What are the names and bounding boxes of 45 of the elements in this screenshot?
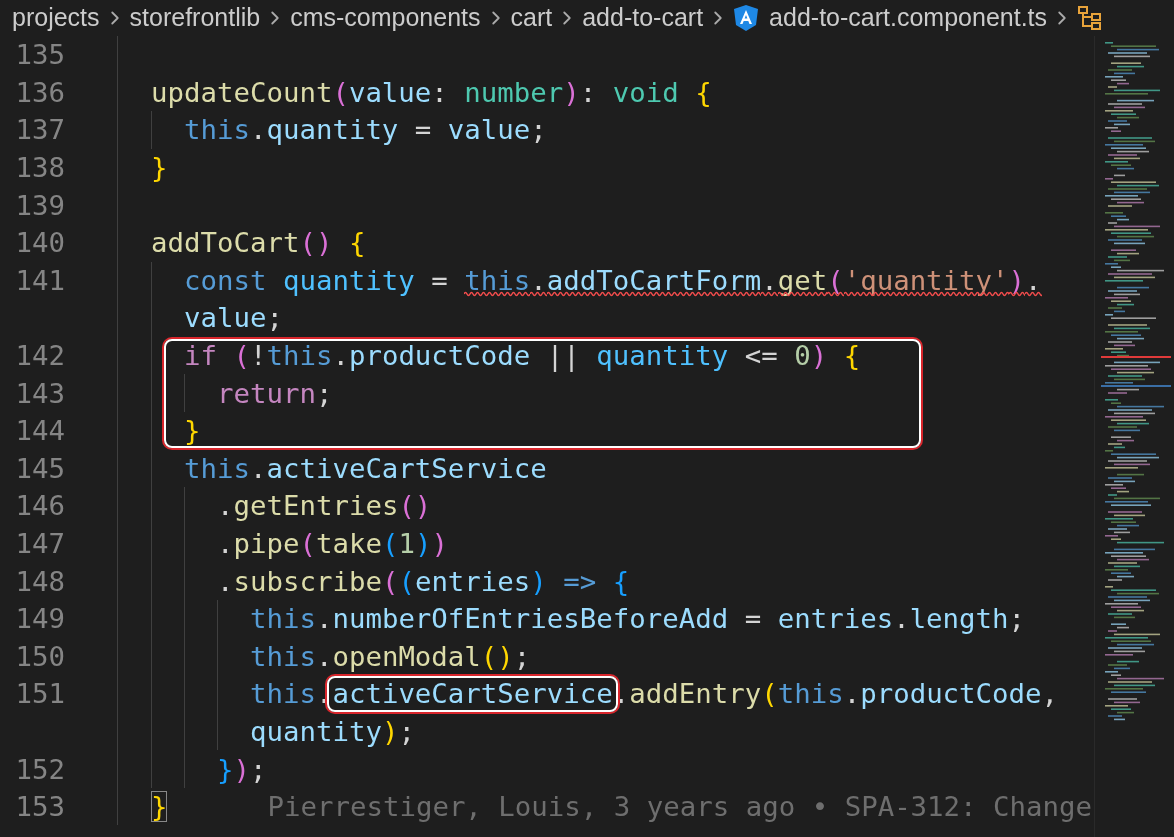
line-number: 142 xyxy=(15,339,65,373)
line-number: 138 xyxy=(15,151,65,186)
code-line: quantity); xyxy=(249,714,415,749)
code-line: return; xyxy=(216,376,333,411)
code-line: }); xyxy=(216,752,267,787)
code-line: updateCount(value: number): void { xyxy=(151,75,712,110)
code-line: } xyxy=(151,151,168,186)
breadcrumb-item[interactable]: cart xyxy=(510,0,553,37)
code-line: .pipe(take(1)) xyxy=(216,526,448,561)
line-number: 136 xyxy=(15,75,65,110)
line-number: 141 xyxy=(15,263,65,298)
line-number: 143 xyxy=(15,376,65,411)
line-number: 153 xyxy=(15,790,65,825)
line-number: 151 xyxy=(15,677,65,712)
code-line: .getEntries() xyxy=(216,489,432,524)
line-number: 137 xyxy=(15,113,65,148)
line-number: 147 xyxy=(15,526,65,561)
code-line: if (!this.productCode || quantity <= 0) { xyxy=(183,339,861,374)
code-line: } xyxy=(151,790,168,825)
angular-icon xyxy=(733,4,760,32)
line-number: 149 xyxy=(15,602,65,637)
code-line: this.quantity = value; xyxy=(183,113,547,148)
line-number: 152 xyxy=(15,752,65,787)
line-number: 145 xyxy=(15,451,65,486)
code-line: .subscribe((entries) => { xyxy=(216,564,630,599)
code-line: this.numberOfEntriesBeforeAdd = entries.length; xyxy=(249,602,1026,637)
line-number: 146 xyxy=(15,489,65,524)
line-number: 148 xyxy=(15,564,65,599)
git-blame-annotation: Pierrestiger, Louis, 3 years ago • SPA-312: Change xyxy=(267,790,1092,825)
line-number: 139 xyxy=(15,188,65,223)
breadcrumb-item[interactable]: add-to-cart.component.ts xyxy=(769,0,1048,37)
code-line: addToCart() { xyxy=(151,226,366,261)
breadcrumb-item[interactable]: projects xyxy=(12,0,100,37)
breadcrumb-item[interactable]: add-to-cart xyxy=(582,0,704,37)
breadcrumb-item[interactable]: cms-components xyxy=(290,0,481,37)
line-number: 150 xyxy=(15,639,65,674)
code-line: const quantity = this.addToCartForm.get('quantity'). xyxy=(183,263,1042,298)
code-line: this.activeCartService xyxy=(183,451,547,486)
code-line: value; xyxy=(183,301,283,336)
code-line: this.openModal(); xyxy=(249,639,531,674)
line-number: 140 xyxy=(15,226,65,261)
line-number: 144 xyxy=(15,414,65,449)
breadcrumb-item[interactable]: storefrontlib xyxy=(129,0,261,37)
code-line: } xyxy=(183,414,201,449)
line-number: 135 xyxy=(15,38,65,73)
